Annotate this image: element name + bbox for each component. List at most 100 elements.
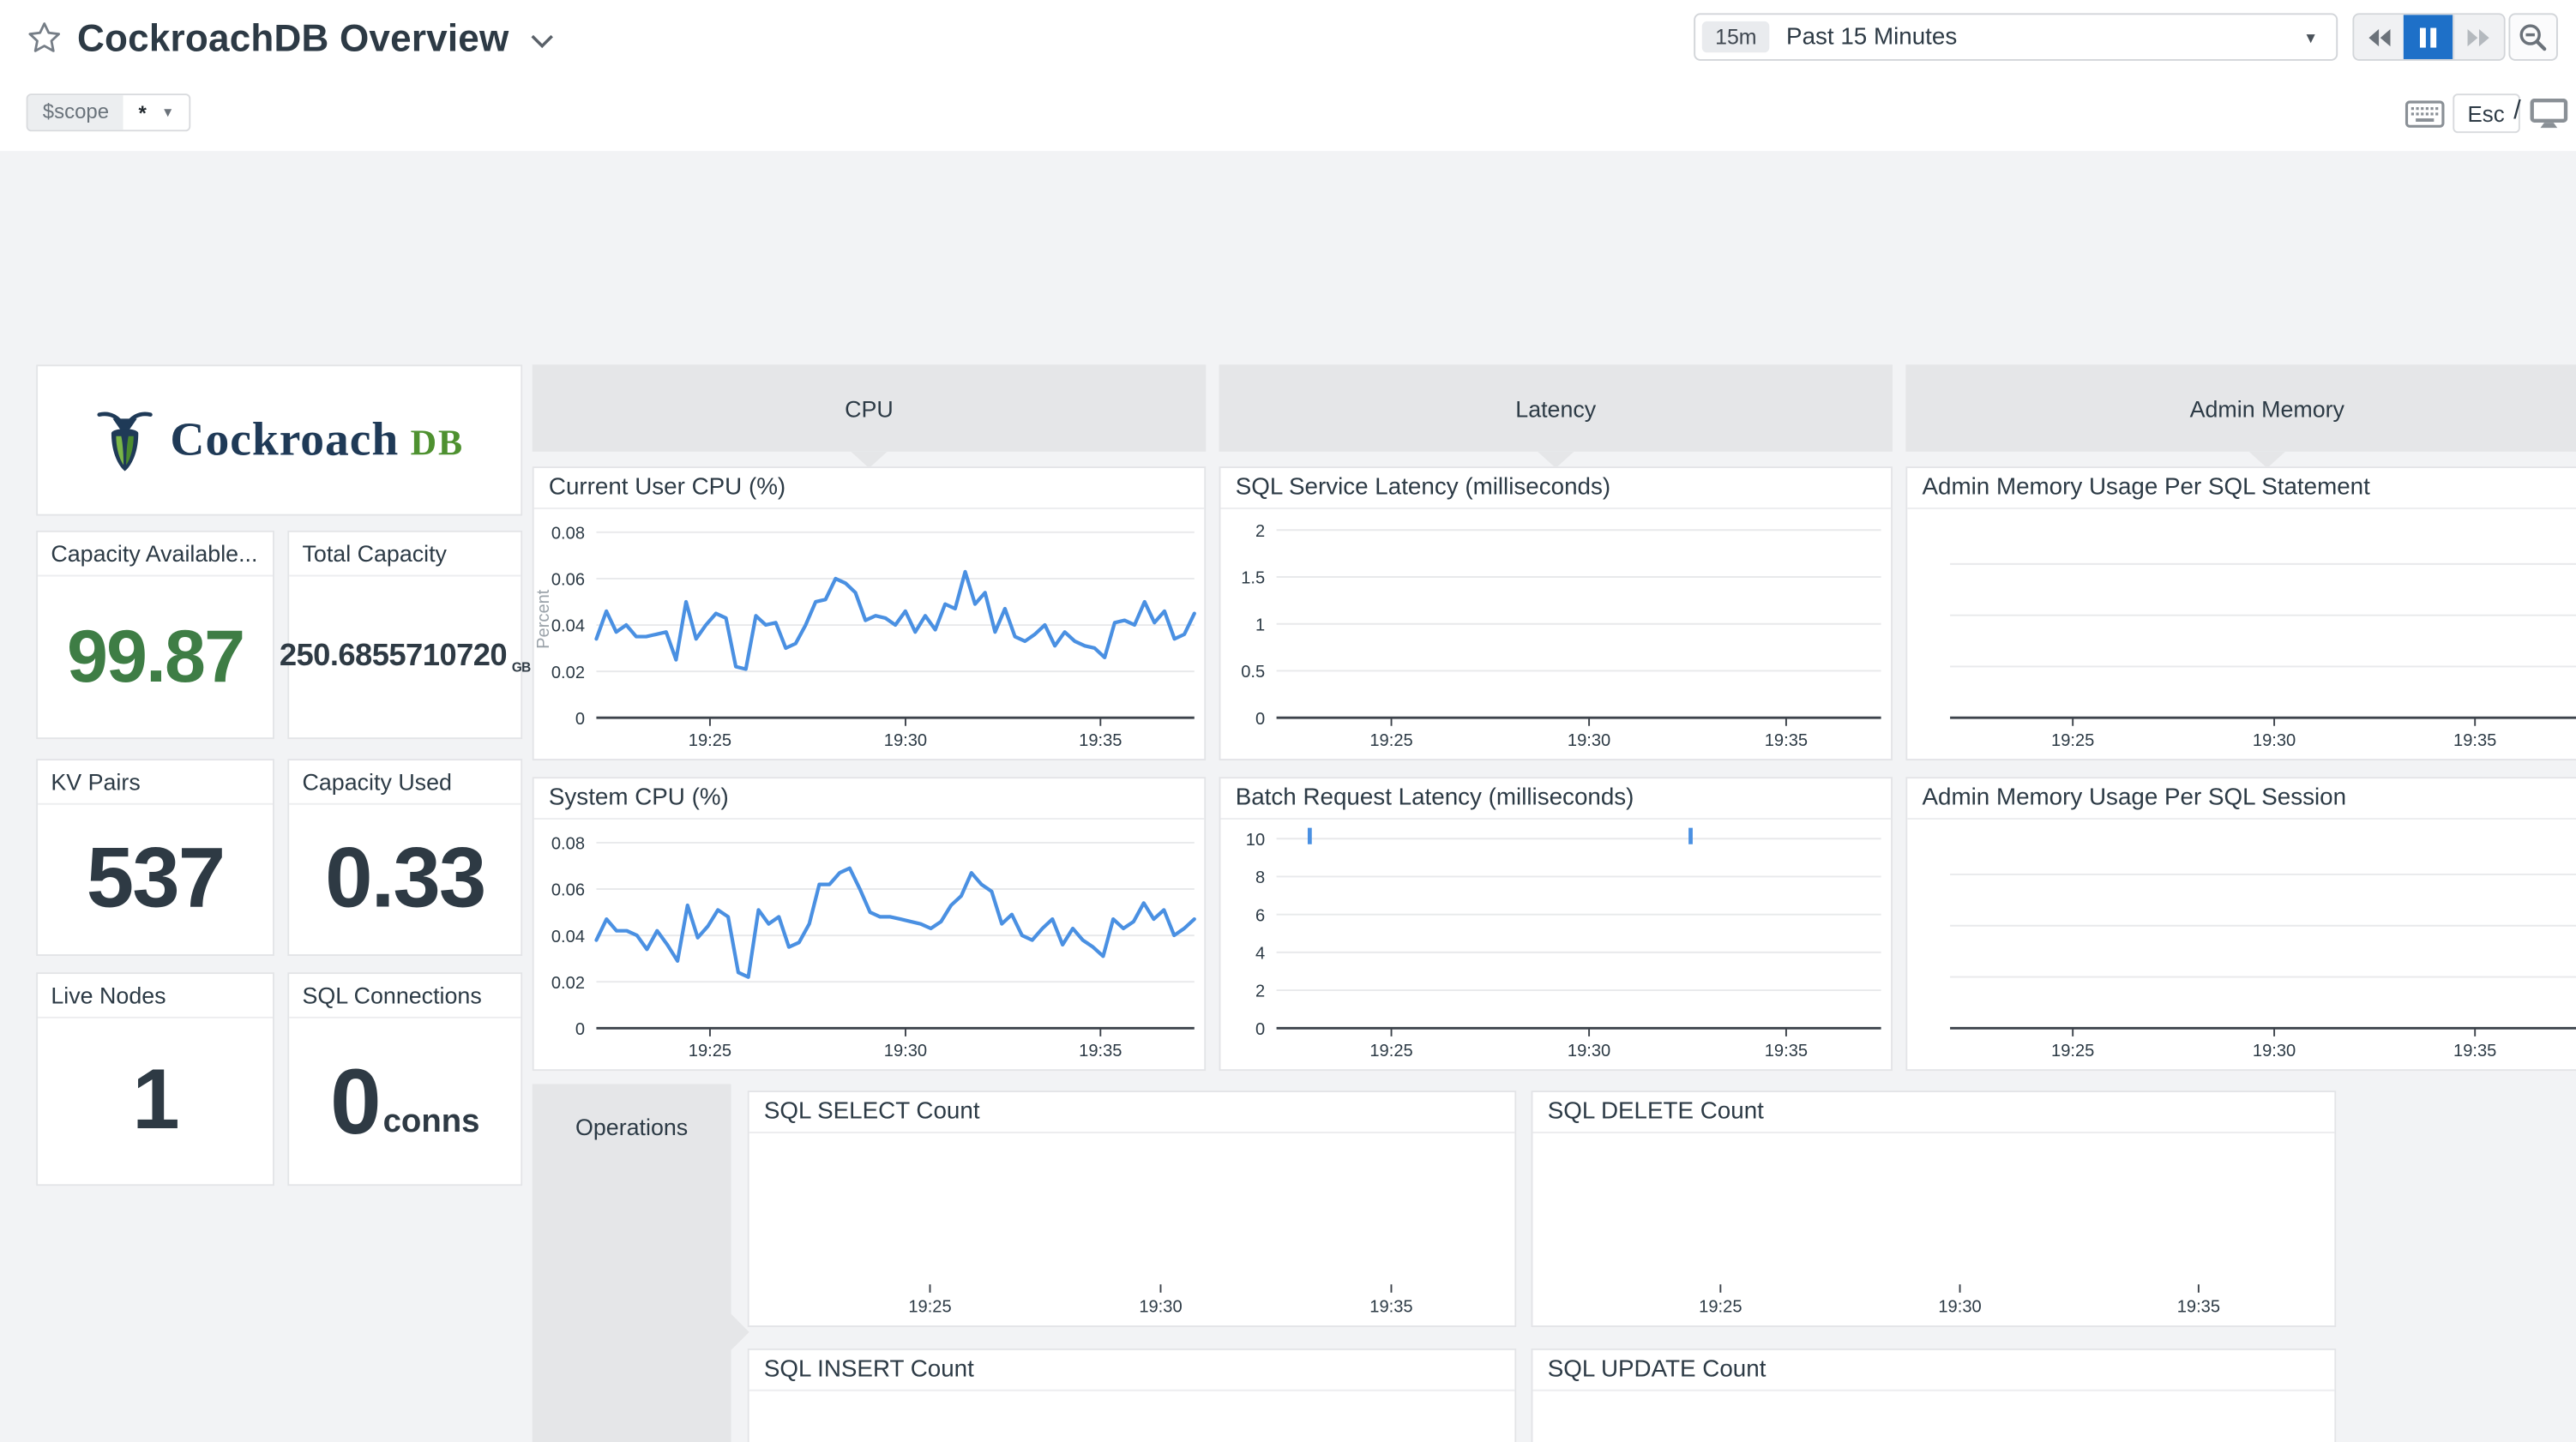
svg-text:0.06: 0.06 [551,881,585,900]
chart-plot-area[interactable]: 19:25 19:30 19:35 [1907,509,2576,759]
chart-title: Batch Request Latency (milliseconds) [1220,778,1891,820]
chart-title: SQL Service Latency (milliseconds) [1220,468,1891,509]
metric-number: 250.6855710720 [280,638,507,674]
chart-system-cpu[interactable]: System CPU (%) 00.020.040.060.0819:2519:… [533,777,1206,1071]
svg-text:Percent: Percent [534,589,553,649]
svg-text:19:35: 19:35 [2453,1042,2496,1060]
scope-var-name: $scope [28,95,124,129]
metric-unit: GB [512,660,531,675]
group-header-admin-memory[interactable]: Admin Memory [1905,364,2576,452]
chart-sql-update-count[interactable]: SQL UPDATE Count 19:2519:3019:35 [1532,1349,2337,1442]
svg-text:19:30: 19:30 [1139,1298,1182,1317]
chart-sql-select-count[interactable]: SQL SELECT Count 19:2519:3019:35 [748,1091,1517,1327]
group-header-cpu[interactable]: CPU [533,364,1206,452]
svg-text:19:25: 19:25 [2051,1042,2094,1060]
rewind-button[interactable] [2354,15,2403,59]
svg-text:1.5: 1.5 [1241,569,1265,588]
chart-admin-memory-session[interactable]: Admin Memory Usage Per SQL Session 19:25… [1905,777,2576,1071]
playback-controls [2352,13,2505,61]
metric-value: 0.33 [289,803,521,954]
svg-text:0.04: 0.04 [551,617,585,636]
metric-unit: conns [383,1103,480,1141]
template-variable-scope[interactable]: $scope * ▼ [27,93,191,131]
metric-number: 0 [330,1047,380,1154]
group-label: Latency [1515,395,1596,422]
metric-value: 99.87 [38,575,273,738]
esc-key-button[interactable]: Esc [2453,93,2519,133]
time-range-select[interactable]: 15m Past 15 Minutes ▼ [1694,13,2338,61]
svg-text:19:25: 19:25 [689,731,731,750]
group-label: Admin Memory [2190,395,2344,422]
metric-card-total-capacity[interactable]: Total Capacity 250.6855710720 GB [287,531,522,739]
chart-plot-area[interactable]: 19:25 19:30 19:35 [749,1133,1515,1325]
svg-text:0.06: 0.06 [551,571,585,590]
fullscreen-monitor-icon[interactable] [2530,99,2567,129]
metric-card-live-nodes[interactable]: Live Nodes 1 [36,972,274,1186]
svg-text:19:35: 19:35 [1079,731,1122,750]
metric-card-kv-pairs[interactable]: KV Pairs 537 [36,759,274,956]
metric-title: SQL Connections [289,974,521,1018]
svg-text:19:35: 19:35 [1369,1298,1412,1317]
metric-title: Live Nodes [38,974,273,1018]
svg-text:19:30: 19:30 [1568,731,1610,750]
group-header-operations[interactable]: Operations [533,1084,731,1442]
chevron-down-icon[interactable] [528,33,555,49]
chart-plot-area[interactable]: 00.511.5219:2519:3019:35 [1220,509,1891,759]
svg-text:0.08: 0.08 [551,524,585,543]
time-range-badge: 15m [1702,21,1770,52]
fast-forward-button[interactable] [2453,15,2503,59]
svg-text:19:30: 19:30 [2253,731,2296,750]
chart-sql-delete-count[interactable]: SQL DELETE Count 19:2519:3019:35 [1532,1091,2337,1327]
metric-title: KV Pairs [38,760,273,805]
chart-sql-service-latency[interactable]: SQL Service Latency (milliseconds) 00.51… [1219,466,1893,760]
chart-title: SQL UPDATE Count [1532,1350,2334,1391]
chart-plot-area[interactable]: 19:2519:3019:35 [1532,1133,2334,1325]
chart-plot-area[interactable]: 024681019:2519:3019:35 [1220,820,1891,1069]
svg-text:19:25: 19:25 [2051,731,2094,750]
svg-text:19:35: 19:35 [1765,731,1808,750]
metric-card-capacity-used[interactable]: Capacity Used 0.33 [287,759,522,956]
keyboard-icon[interactable] [2405,100,2445,129]
logo-suffix: DB [411,422,464,465]
slash-separator: / [2513,97,2521,126]
chart-plot-area[interactable]: 19:2519:3019:35 [1532,1391,2334,1442]
chart-plot-area[interactable]: 19:2519:3019:35 [749,1391,1515,1442]
cockroachdb-logo: Cockroach DB [94,402,464,478]
chart-sql-insert-count[interactable]: SQL INSERT Count 19:2519:3019:35 [748,1349,1517,1442]
chart-plot-area[interactable]: 00.020.040.060.0819:2519:3019:35Percent [534,509,1205,759]
chart-plot-area[interactable]: 19:25 19:30 19:35 [1907,820,2576,1069]
chart-admin-memory-statement[interactable]: Admin Memory Usage Per SQL Statement 19:… [1905,466,2576,760]
group-header-latency[interactable]: Latency [1219,364,1893,452]
chart-title: SQL INSERT Count [749,1350,1515,1391]
svg-text:10: 10 [1246,831,1265,850]
zoom-out-button[interactable] [2508,13,2557,61]
star-icon[interactable] [27,20,63,56]
svg-text:19:35: 19:35 [1079,1042,1122,1060]
metric-value: 250.6855710720 GB [289,575,521,738]
zoom-out-icon [2517,21,2549,53]
metric-title: Capacity Available... [38,532,273,577]
top-bar: CockroachDB Overview 15m Past 15 Minutes… [0,0,2576,151]
chart-title: Current User CPU (%) [534,468,1205,509]
metric-card-capacity-available[interactable]: Capacity Available... 99.87 [36,531,274,739]
svg-text:2: 2 [1255,982,1265,1001]
pause-button[interactable] [2404,15,2453,59]
svg-text:19:35: 19:35 [1765,1042,1808,1060]
metric-card-sql-connections[interactable]: SQL Connections 0 conns [287,972,522,1186]
svg-text:19:30: 19:30 [2253,1042,2296,1060]
svg-text:0: 0 [575,1020,585,1039]
dashboard-title-row[interactable]: CockroachDB Overview [27,13,555,62]
chart-title: System CPU (%) [534,778,1205,820]
chart-plot-area[interactable]: 00.020.040.060.0819:2519:3019:35 [534,820,1205,1069]
chart-current-user-cpu[interactable]: Current User CPU (%) 0 0.02 0.04 0.06 0.08 19… [533,466,1206,760]
scope-var-value[interactable]: * ▼ [123,95,189,129]
metric-title: Total Capacity [289,532,521,577]
svg-text:0: 0 [575,710,585,729]
chart-batch-request-latency[interactable]: Batch Request Latency (milliseconds) 024… [1219,777,1893,1071]
cockroach-bug-icon [94,402,153,478]
cockroachdb-logo-card[interactable]: Cockroach DB [36,364,522,515]
svg-text:19:25: 19:25 [908,1298,951,1317]
svg-text:0.02: 0.02 [551,664,585,682]
svg-text:19:35: 19:35 [2453,731,2496,750]
svg-text:19:25: 19:25 [1369,731,1412,750]
